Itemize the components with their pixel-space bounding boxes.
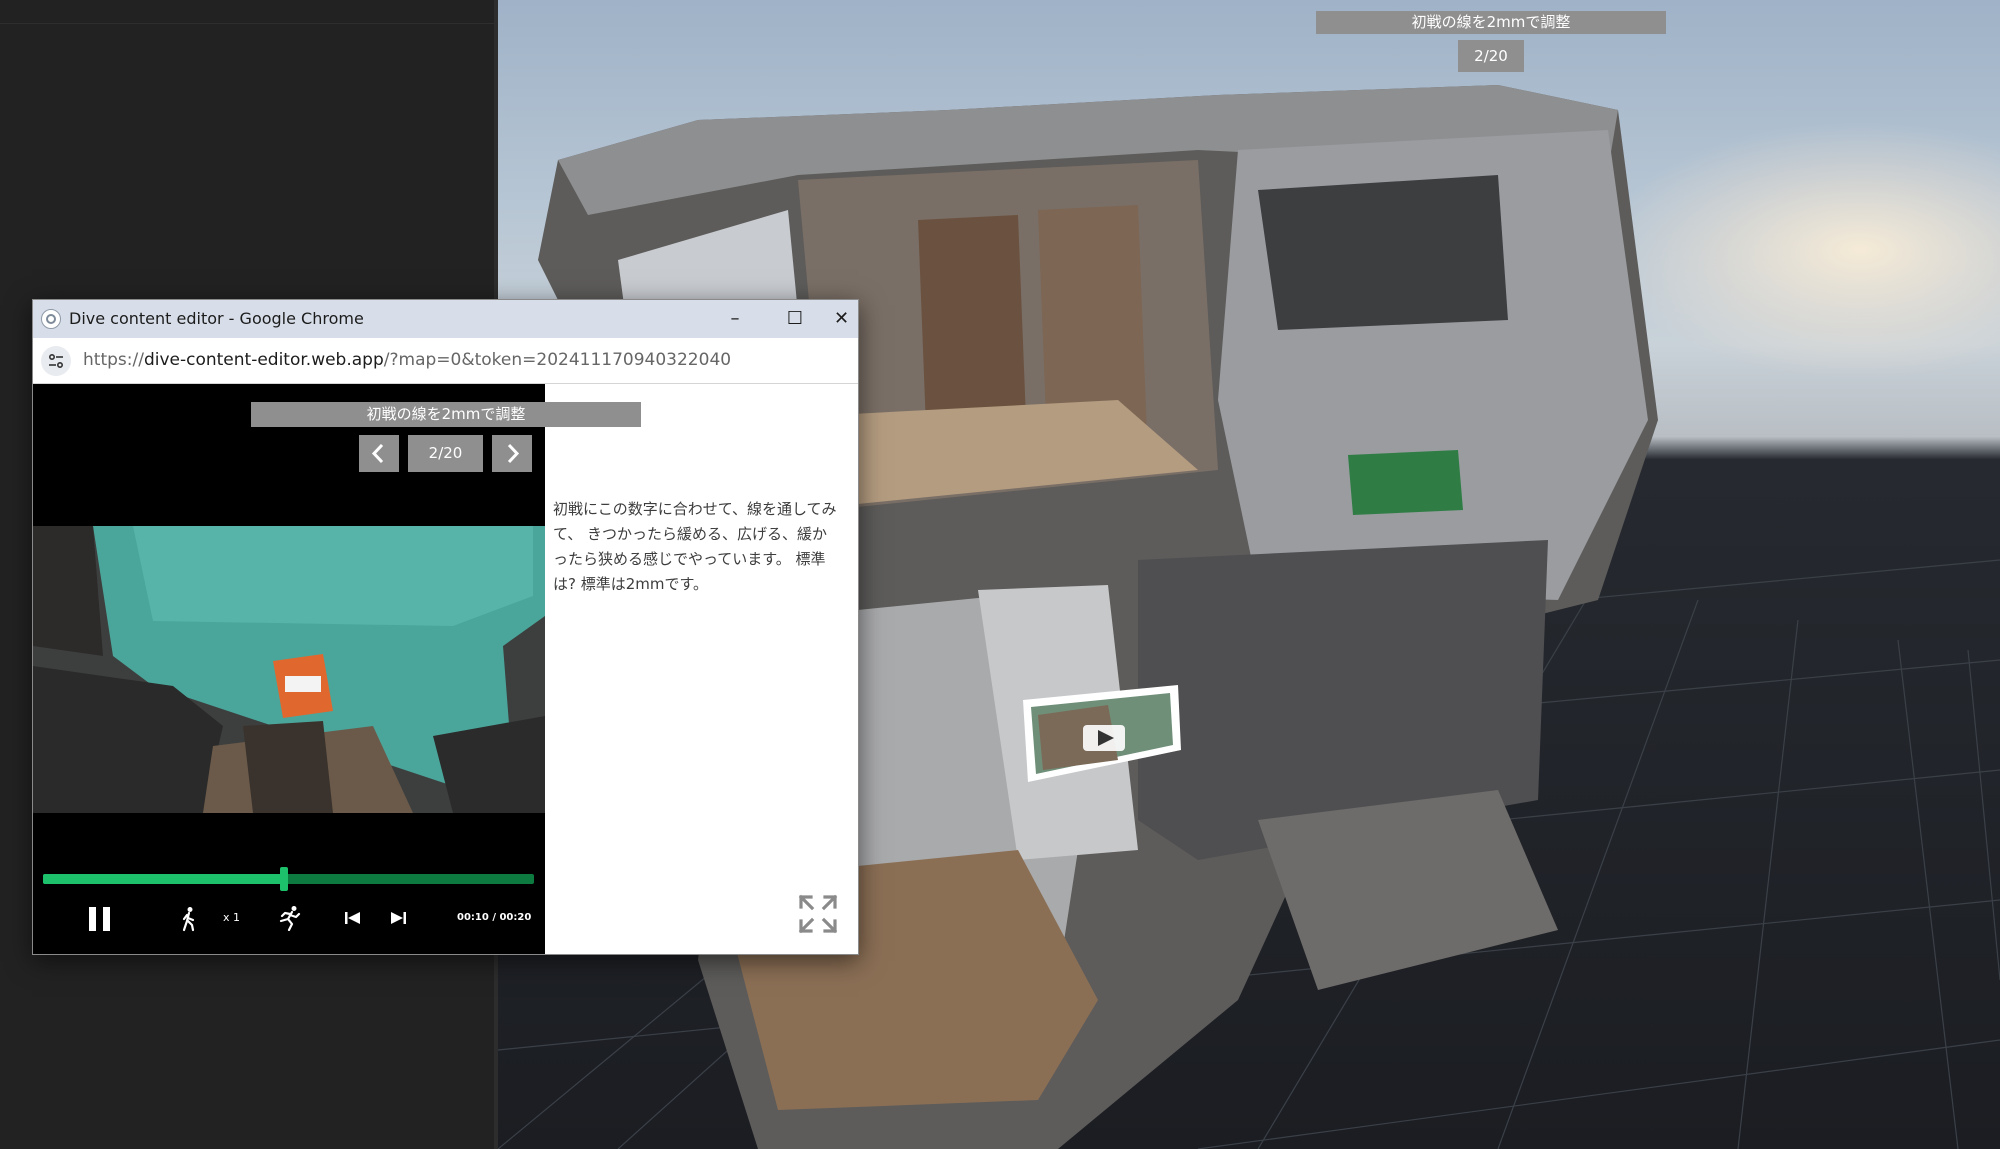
- slide-description-text: 初戦にこの数字に合わせて、線を通してみて、 きつかったら緩める、広げる、緩かった…: [553, 500, 837, 593]
- fast-forward-button[interactable]: [388, 909, 408, 927]
- window-titlebar[interactable]: Dive content editor - Google Chrome – ☐ …: [33, 300, 858, 338]
- progress-fill: [43, 874, 284, 884]
- player-slide-counter: 2/20: [408, 435, 483, 472]
- video-player: 初戦の線を2mmで調整 2/20 x 1 00:10 / 00:20: [33, 384, 641, 954]
- walk-icon: [182, 907, 195, 932]
- walk-speed-button[interactable]: [178, 906, 200, 932]
- maximize-button[interactable]: ☐: [765, 300, 825, 338]
- rewind-icon: [345, 912, 360, 924]
- rewind-button[interactable]: [343, 909, 363, 927]
- playback-speed-label: x 1: [223, 911, 241, 924]
- site-settings-icon[interactable]: [41, 346, 71, 376]
- chevron-left-icon: [371, 443, 384, 464]
- address-bar[interactable]: https://dive-content-editor.web.app/?map…: [33, 338, 858, 384]
- chrome-popup-window: Dive content editor - Google Chrome – ☐ …: [32, 299, 859, 955]
- player-slide-title: 初戦の線を2mmで調整: [251, 402, 641, 427]
- video-still-image: [33, 526, 545, 813]
- chevron-right-icon: [507, 443, 520, 464]
- playback-time-label: 00:10 / 00:20: [457, 912, 532, 923]
- viewport-slide-title: 初戦の線を2mmで調整: [1316, 11, 1666, 34]
- panel-divider-line: [0, 23, 494, 24]
- previous-slide-button[interactable]: [359, 435, 399, 472]
- window-title: Dive content editor - Google Chrome: [69, 309, 364, 328]
- url-scheme: https://: [83, 350, 144, 370]
- run-icon: [279, 906, 301, 932]
- dive-app-icon: [41, 309, 61, 329]
- url-path: /?map=0&token=20241117094032204​0: [383, 350, 732, 370]
- close-button[interactable]: ✕: [825, 300, 858, 338]
- url-host: dive-content-editor.web.app: [143, 350, 384, 370]
- progress-bar[interactable]: [43, 867, 534, 891]
- next-slide-button[interactable]: [492, 435, 532, 472]
- viewport-slide-counter: 2/20: [1458, 40, 1524, 72]
- fullscreen-button[interactable]: [797, 893, 839, 935]
- run-speed-button[interactable]: [277, 905, 303, 932]
- fullscreen-icon: [798, 894, 838, 934]
- pause-button[interactable]: [83, 902, 117, 936]
- fast-forward-icon: [391, 912, 406, 924]
- pause-icon: [89, 907, 110, 931]
- video-frame[interactable]: [33, 526, 545, 813]
- url-text[interactable]: https://dive-content-editor.web.app/?map…: [83, 338, 731, 383]
- minimize-button[interactable]: –: [705, 300, 765, 338]
- progress-handle[interactable]: [279, 867, 288, 891]
